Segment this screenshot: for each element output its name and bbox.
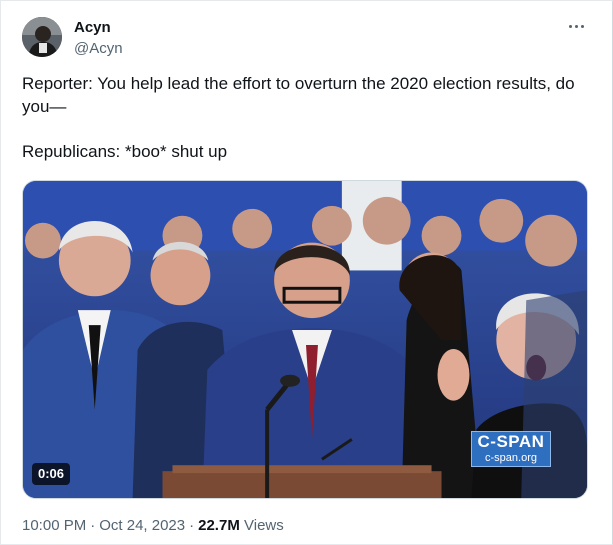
avatar-image — [22, 17, 62, 57]
views-count: 22.7M — [198, 517, 240, 534]
tweet-date[interactable]: Oct 24, 2023 — [99, 517, 185, 534]
tweet-time[interactable]: 10:00 PM — [22, 517, 86, 534]
tweet-header: Acyn @Acyn — [22, 16, 594, 58]
cspan-watermark: C-SPAN c-span.org — [471, 431, 551, 467]
dot — [574, 24, 578, 28]
author-handle[interactable]: @Acyn — [74, 39, 123, 58]
author-display-name[interactable]: Acyn — [74, 18, 123, 37]
dot — [568, 24, 572, 28]
separator-dot: · — [189, 517, 195, 534]
avatar[interactable] — [22, 17, 62, 57]
more-options-icon[interactable] — [564, 16, 588, 36]
separator-dot: · — [90, 517, 96, 534]
author-names: Acyn @Acyn — [74, 18, 123, 58]
video-duration: 0:06 — [32, 463, 71, 485]
views-label: Views — [244, 517, 284, 534]
cspan-logo: C-SPAN — [477, 432, 545, 451]
tweet-card: Acyn @Acyn Reporter: You help lead the e… — [0, 0, 613, 545]
tweet-text: Reporter: You help lead the effort to ov… — [22, 74, 575, 161]
dot — [580, 24, 584, 28]
cspan-url: c-span.org — [485, 452, 537, 464]
tweet-metadata: 10:00 PM · Oct 24, 2023 · 22.7M Views — [22, 516, 284, 535]
